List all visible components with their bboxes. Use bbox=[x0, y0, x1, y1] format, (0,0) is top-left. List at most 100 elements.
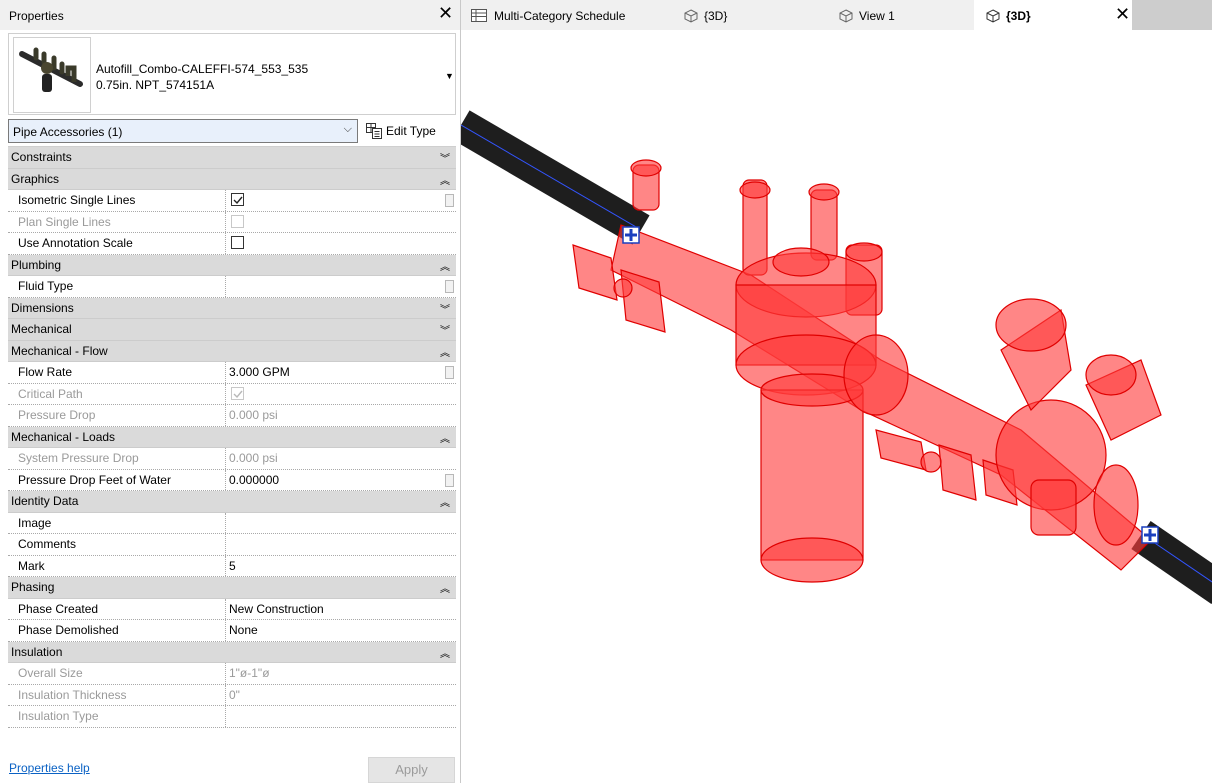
apply-button[interactable]: Apply bbox=[368, 757, 455, 783]
category-header[interactable]: Dimensions ︾ bbox=[8, 297, 456, 319]
category-header[interactable]: Constraints ︾ bbox=[8, 147, 456, 169]
valve-thumbnail-icon bbox=[19, 47, 83, 92]
edit-type-button[interactable]: Edit Type bbox=[365, 121, 457, 141]
close-properties-icon[interactable]: ✕ bbox=[438, 4, 453, 22]
property-name: Image bbox=[18, 515, 52, 530]
category-label: Phasing bbox=[11, 580, 55, 594]
value-edit-button[interactable] bbox=[445, 366, 454, 379]
category-header[interactable]: Plumbing ︽ bbox=[8, 254, 456, 276]
expand-chevron-icon[interactable]: ︾ bbox=[440, 150, 450, 165]
properties-help-link[interactable]: Properties help bbox=[9, 761, 90, 775]
type-selector[interactable]: Autofill_Combo-CALEFFI-574_553_535 0.75i… bbox=[8, 33, 456, 115]
category-label: Identity Data bbox=[11, 494, 79, 508]
properties-title: Properties bbox=[9, 9, 64, 23]
type-name: Autofill_Combo-CALEFFI-574_553_535 0.75i… bbox=[96, 61, 308, 93]
column-divider bbox=[225, 405, 226, 426]
property-name: Phase Created bbox=[18, 601, 99, 616]
category-header[interactable]: Identity Data ︽ bbox=[8, 491, 456, 513]
property-name: Comments bbox=[18, 537, 77, 551]
column-divider bbox=[225, 362, 226, 383]
category-header[interactable]: Graphics ︽ bbox=[8, 168, 456, 190]
property-row[interactable]: Image bbox=[8, 512, 456, 534]
property-checkbox bbox=[231, 386, 244, 400]
property-row[interactable]: Comments bbox=[8, 534, 456, 556]
value-edit-button[interactable] bbox=[445, 194, 454, 207]
property-row[interactable]: Pressure Drop Feet of Water 0.000000 bbox=[8, 469, 456, 491]
property-value: 0.000 psi bbox=[229, 408, 278, 422]
tab-multi-category-schedule[interactable]: Multi-Category Schedule bbox=[461, 0, 651, 30]
category-label: Dimensions bbox=[11, 300, 74, 315]
property-value[interactable]: 0.000000 bbox=[229, 473, 279, 487]
3d-viewport[interactable] bbox=[461, 30, 1212, 783]
tab-label: View 1 bbox=[859, 9, 895, 23]
category-label: Mechanical - Loads bbox=[11, 429, 116, 444]
category-header[interactable]: Mechanical - Loads ︽ bbox=[8, 426, 456, 448]
category-label: Mechanical bbox=[11, 322, 72, 336]
property-name: Phase Demolished bbox=[18, 623, 119, 637]
tab-3d[interactable]: {3D} bbox=[671, 0, 811, 30]
property-value[interactable]: New Construction bbox=[229, 602, 324, 616]
type-dropdown-arrow-icon[interactable]: ▼ bbox=[445, 71, 454, 81]
property-checkbox bbox=[231, 214, 244, 228]
property-name: Insulation Thickness bbox=[18, 687, 127, 702]
collapse-chevron-icon[interactable]: ︽ bbox=[440, 494, 450, 509]
selected-valve-assembly[interactable] bbox=[572, 159, 1162, 583]
property-name: Pressure Drop bbox=[18, 408, 96, 422]
view-tab-bar: Multi-Category Schedule {3D} View 1 {3D}… bbox=[461, 0, 1212, 30]
selection-filter-row: Pipe Accessories (1) ⌵ Edit Type bbox=[8, 119, 456, 143]
collapse-chevron-icon[interactable]: ︽ bbox=[440, 645, 450, 660]
property-row[interactable]: Mark 5 bbox=[8, 555, 456, 577]
collapse-chevron-icon[interactable]: ︽ bbox=[440, 580, 450, 595]
category-filter-value: Pipe Accessories (1) bbox=[13, 125, 123, 139]
property-row[interactable]: Overall Size 1"ø-1"ø bbox=[8, 663, 456, 685]
collapse-chevron-icon[interactable]: ︽ bbox=[440, 172, 450, 187]
tab-3d-active[interactable]: {3D} bbox=[974, 0, 1132, 30]
property-name: Flow Rate bbox=[18, 365, 73, 379]
expand-chevron-icon[interactable]: ︾ bbox=[440, 322, 450, 337]
property-row[interactable]: Flow Rate 3.000 GPM bbox=[8, 362, 456, 384]
connector-grip-right-icon[interactable] bbox=[1141, 526, 1159, 544]
properties-grid: Constraints ︾ Graphics ︽ Isometric Single Li… bbox=[8, 146, 456, 744]
property-row[interactable]: Pressure Drop 0.000 psi bbox=[8, 405, 456, 427]
property-row[interactable]: Phase Created New Construction bbox=[8, 598, 456, 620]
property-row[interactable]: Insulation Thickness 0" bbox=[8, 684, 456, 706]
collapse-chevron-icon[interactable]: ︽ bbox=[440, 430, 450, 445]
type-name-line1: Autofill_Combo-CALEFFI-574_553_535 bbox=[96, 62, 309, 76]
column-divider bbox=[225, 555, 226, 576]
property-row[interactable]: Phase Demolished None bbox=[8, 620, 456, 642]
property-row[interactable]: Isometric Single Lines bbox=[8, 190, 456, 212]
category-header[interactable]: Insulation ︽ bbox=[8, 641, 456, 663]
column-divider bbox=[225, 534, 226, 555]
category-label: Plumbing bbox=[11, 257, 62, 272]
close-tab-icon[interactable]: ✕ bbox=[1115, 5, 1130, 23]
category-label: Mechanical - Flow bbox=[11, 343, 108, 358]
value-edit-button[interactable] bbox=[445, 473, 454, 487]
3d-model-canvas[interactable] bbox=[461, 30, 1212, 783]
expand-chevron-icon[interactable]: ︾ bbox=[440, 301, 450, 316]
property-row[interactable]: System Pressure Drop 0.000 psi bbox=[8, 448, 456, 470]
property-row[interactable]: Insulation Type bbox=[8, 706, 456, 728]
property-checkbox[interactable] bbox=[231, 236, 244, 249]
column-divider bbox=[225, 469, 226, 490]
connector-grip-left-icon[interactable] bbox=[622, 226, 640, 244]
category-header[interactable]: Phasing ︽ bbox=[8, 577, 456, 599]
tab-view-1[interactable]: View 1 bbox=[826, 0, 966, 30]
collapse-chevron-icon[interactable]: ︽ bbox=[440, 258, 450, 273]
category-header[interactable]: Mechanical ︾ bbox=[8, 319, 456, 341]
category-header[interactable]: Mechanical - Flow ︽ bbox=[8, 340, 456, 362]
property-row[interactable]: Use Annotation Scale bbox=[8, 233, 456, 255]
property-value[interactable]: 5 bbox=[229, 559, 236, 573]
category-label: Insulation bbox=[11, 644, 63, 659]
collapse-chevron-icon[interactable]: ︽ bbox=[440, 344, 450, 359]
property-value[interactable]: None bbox=[229, 623, 258, 637]
category-filter-select[interactable]: Pipe Accessories (1) ⌵ bbox=[8, 119, 358, 143]
type-name-line2: 0.75in. NPT_574151A bbox=[96, 78, 215, 92]
property-row[interactable]: Critical Path bbox=[8, 383, 456, 405]
3d-view-icon bbox=[839, 9, 853, 23]
property-row[interactable]: Fluid Type bbox=[8, 276, 456, 298]
property-row[interactable]: Plan Single Lines bbox=[8, 211, 456, 233]
property-checkbox[interactable] bbox=[231, 193, 244, 206]
property-value: 0.000 psi bbox=[229, 451, 278, 465]
property-value[interactable]: 3.000 GPM bbox=[229, 365, 290, 379]
value-edit-button[interactable] bbox=[445, 280, 454, 293]
